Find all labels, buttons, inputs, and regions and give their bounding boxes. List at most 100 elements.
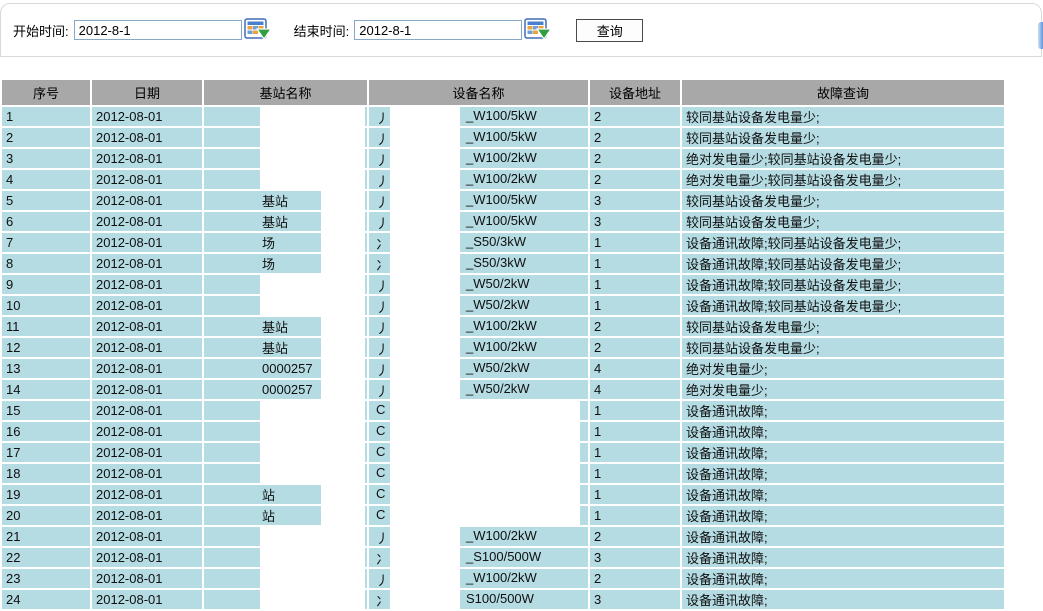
redaction-block	[390, 422, 580, 441]
redaction-block	[390, 359, 460, 378]
cell-device: 丿 _W100/2kW	[369, 527, 588, 546]
station-name-text: 场	[204, 254, 275, 273]
redaction-block	[321, 317, 365, 336]
redaction-block	[260, 275, 365, 294]
cell-date: 2012-08-01	[92, 527, 202, 546]
cell-num: 20	[2, 506, 90, 525]
cell-station: 场	[204, 233, 367, 252]
device-name-fragment: 丿	[376, 297, 389, 315]
cell-date: 2012-08-01	[92, 569, 202, 588]
device-name-fragment: 丿	[376, 171, 389, 189]
cell-device: C	[369, 422, 588, 441]
cell-station	[204, 464, 367, 483]
table-header-row: 序号 日期 基站名称 设备名称 设备地址 故障查询	[2, 80, 1004, 105]
cell-date: 2012-08-01	[92, 128, 202, 147]
redaction-block	[260, 569, 365, 588]
table-row: 21 2012-08-01 丿 _W100/2kW 2 设备通讯故障;	[2, 527, 1004, 546]
cell-address: 2	[590, 128, 680, 147]
query-button[interactable]: 查询	[576, 19, 643, 42]
cell-date: 2012-08-01	[92, 191, 202, 210]
table-row: 24 2012-08-01 冫 S100/500W 3 设备通讯故障;	[2, 590, 1004, 609]
cell-num: 23	[2, 569, 90, 588]
cell-num: 17	[2, 443, 90, 462]
cell-station	[204, 443, 367, 462]
station-name-text: 场	[204, 233, 275, 252]
cell-station: 基站	[204, 212, 367, 231]
cell-date: 2012-08-01	[92, 107, 202, 126]
cell-address: 2	[590, 317, 680, 336]
redaction-block	[260, 170, 365, 189]
station-name-text: 站	[204, 506, 275, 525]
redaction-block	[390, 212, 460, 231]
cell-device: 丿 _W100/5kW	[369, 191, 588, 210]
cell-date: 2012-08-01	[92, 275, 202, 294]
cell-device: 丿 _W100/5kW	[369, 107, 588, 126]
cell-station: 基站	[204, 338, 367, 357]
calendar-icon	[524, 30, 552, 45]
cell-station	[204, 527, 367, 546]
start-time-input[interactable]	[74, 20, 242, 40]
table-body: 1 2012-08-01 丿 _W100/5kW 2 较同基站设备发电量少; 2…	[2, 107, 1004, 609]
cell-num: 5	[2, 191, 90, 210]
cell-device: C	[369, 401, 588, 420]
cell-num: 24	[2, 590, 90, 609]
redaction-block	[390, 191, 460, 210]
device-name-fragment: 冫	[376, 591, 389, 609]
cell-fault: 较同基站设备发电量少;	[682, 317, 1004, 336]
cell-fault: 设备通讯故障;较同基站设备发电量少;	[682, 296, 1004, 315]
cell-device: 冫 _S50/3kW	[369, 254, 588, 273]
redaction-block	[260, 107, 365, 126]
table-row: 4 2012-08-01 丿 _W100/2kW 2 绝对发电量少;较同基站设备…	[2, 170, 1004, 189]
cell-address: 1	[590, 296, 680, 315]
scrollbar-nub[interactable]	[1038, 22, 1043, 49]
cell-date: 2012-08-01	[92, 506, 202, 525]
cell-fault: 设备通讯故障;	[682, 443, 1004, 462]
end-calendar-button[interactable]	[524, 18, 552, 42]
cell-date: 2012-08-01	[92, 170, 202, 189]
cell-address: 4	[590, 359, 680, 378]
cell-num: 13	[2, 359, 90, 378]
redaction-block	[260, 527, 365, 546]
header-station-name: 基站名称	[204, 80, 367, 105]
cell-station	[204, 170, 367, 189]
table-row: 2 2012-08-01 丿 _W100/5kW 2 较同基站设备发电量少;	[2, 128, 1004, 147]
device-model-text: _W100/5kW	[466, 129, 537, 144]
device-model-text: _S50/3kW	[466, 255, 526, 270]
cell-address: 2	[590, 107, 680, 126]
cell-date: 2012-08-01	[92, 254, 202, 273]
cell-address: 1	[590, 254, 680, 273]
cell-station: 场	[204, 254, 367, 273]
cell-date: 2012-08-01	[92, 548, 202, 567]
cell-num: 10	[2, 296, 90, 315]
redaction-block	[390, 590, 460, 609]
cell-station	[204, 275, 367, 294]
cell-fault: 绝对发电量少;	[682, 380, 1004, 399]
cell-date: 2012-08-01	[92, 296, 202, 315]
device-model-text: _W100/2kW	[466, 528, 537, 543]
table-row: 10 2012-08-01 丿 _W50/2kW 1 设备通讯故障;较同基站设备…	[2, 296, 1004, 315]
cell-date: 2012-08-01	[92, 233, 202, 252]
redaction-block	[260, 422, 365, 441]
cell-device: 丿 _W100/2kW	[369, 317, 588, 336]
table-row: 5 2012-08-01 基站 丿 _W100/5kW 3 较同基站设备发电量少…	[2, 191, 1004, 210]
cell-date: 2012-08-01	[92, 485, 202, 504]
device-name-fragment: 丿	[376, 213, 389, 231]
cell-device: 丿 _W100/2kW	[369, 149, 588, 168]
cell-num: 1	[2, 107, 90, 126]
cell-device: 丿 _W100/2kW	[369, 170, 588, 189]
cell-date: 2012-08-01	[92, 464, 202, 483]
device-name-fragment: C	[376, 423, 385, 438]
device-model-text: _S50/3kW	[466, 234, 526, 249]
device-name-fragment: 丿	[376, 108, 389, 126]
cell-address: 1	[590, 401, 680, 420]
start-calendar-button[interactable]	[244, 18, 272, 42]
redaction-block	[260, 590, 365, 609]
redaction-block	[390, 170, 460, 189]
cell-device: 冫 _S50/3kW	[369, 233, 588, 252]
cell-address: 3	[590, 590, 680, 609]
end-time-label: 结束时间:	[294, 21, 350, 40]
end-time-input[interactable]	[354, 20, 522, 40]
cell-num: 14	[2, 380, 90, 399]
device-name-fragment: 丿	[376, 360, 389, 378]
cell-device: C	[369, 485, 588, 504]
